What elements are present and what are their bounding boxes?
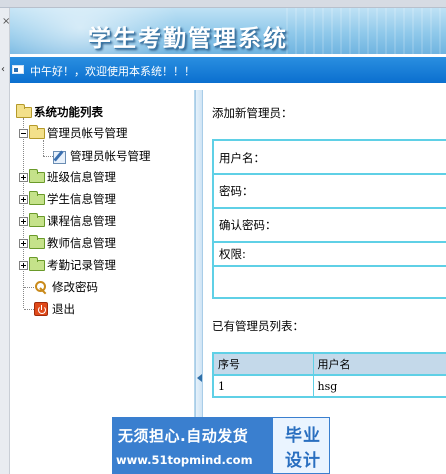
browser-left-edge: × ‹ [0,8,10,474]
username-row[interactable]: 用户名： [214,141,446,175]
key-icon [34,280,49,294]
table-cell: 1 [213,375,314,397]
id-card-icon [12,65,24,74]
permission-row[interactable]: 权限: [214,243,446,267]
edit-icon [52,149,67,164]
collapse-arrow-icon[interactable] [197,374,202,382]
sidebar-root[interactable]: 系统功能列表 [16,102,103,122]
folder-icon [29,256,45,271]
sidebar-item-teacher-info[interactable]: 教师信息管理 [19,233,116,253]
column-header: 用户名 [313,353,446,376]
admin-list-title: 已有管理员列表： [212,319,304,333]
sidebar-item-change-password[interactable]: 修改密码 [34,277,98,297]
admin-list-table: 序号 用户名 1 hsg [212,352,446,398]
watermark-word: 设计 [285,451,321,471]
folder-icon [29,168,45,183]
expand-toggle-icon[interactable] [19,238,28,248]
password-label: 密码： [219,184,254,198]
watermark-right: 毕业 设计 [272,417,330,474]
welcome-message: 中午好！，欢迎使用本系统！！！ [30,65,195,78]
watermark-word: 毕业 [285,426,321,446]
folder-icon [29,212,45,227]
sidebar-item-label: 课程信息管理 [47,214,116,228]
expand-toggle-icon[interactable] [19,260,28,270]
power-icon [34,302,48,316]
watermark-url: www.51topmind.com [116,453,253,467]
form-empty-row [214,267,446,297]
sidebar-item-label: 退出 [52,302,75,316]
confirm-password-row[interactable]: 确认密码： [214,209,446,243]
chevron-left-icon: ‹ [1,64,5,75]
sidebar-item-label: 学生信息管理 [47,192,116,206]
expand-toggle-icon[interactable] [19,216,28,226]
tree-connector [24,309,34,310]
collapse-toggle-icon[interactable] [19,128,28,138]
add-admin-title: 添加新管理员： [212,106,293,120]
sidebar-subitem-admin-account[interactable]: 管理员帐号管理 [52,146,151,166]
tree-connector [24,287,34,288]
folder-open-icon [29,124,45,139]
table-cell: hsg [313,375,446,397]
sidebar-item-admin-account[interactable]: 管理员帐号管理 [19,123,128,143]
column-header: 序号 [213,353,314,376]
sidebar-item-label: 考勤记录管理 [47,258,116,272]
sidebar-item-label: 教师信息管理 [47,236,116,250]
expand-toggle-icon[interactable] [19,172,28,182]
sidebar-item-logout[interactable]: 退出 [34,299,75,319]
sidebar-item-attendance-records[interactable]: 考勤记录管理 [19,255,116,275]
expand-toggle-icon[interactable] [19,194,28,204]
folder-open-icon [16,103,32,118]
watermark-left: 无须担心.自动发货 www.51topmind.com [112,417,272,474]
sidebar-item-course-info[interactable]: 课程信息管理 [19,211,116,231]
confirm-password-label: 确认密码： [219,218,277,232]
sidebar-item-label: 班级信息管理 [47,170,116,184]
permission-label: 权限: [219,247,246,261]
password-row[interactable]: 密码： [214,175,446,209]
username-label: 用户名： [219,151,265,165]
table-header-row: 序号 用户名 [213,353,446,376]
header-banner: 学生考勤管理系统 [10,8,446,54]
browser-tab-strip [0,0,446,8]
welcome-bar: 中午好！，欢迎使用本系统！！！ [10,57,446,83]
watermark-slogan: 无须担心.自动发货 [118,427,249,445]
watermark-banner: 无须担心.自动发货 www.51topmind.com 毕业 设计 [112,417,330,474]
sidebar-item-label: 管理员帐号管理 [70,149,151,163]
folder-icon [29,234,45,249]
app-title: 学生考勤管理系统 [88,25,288,52]
sidebar-item-student-info[interactable]: 学生信息管理 [19,189,116,209]
sidebar-root-label: 系统功能列表 [34,105,103,119]
sidebar-item-label: 修改密码 [52,280,98,294]
table-row[interactable]: 1 hsg [213,375,446,397]
add-admin-form: 用户名： 密码： 确认密码： 权限: [212,139,446,299]
sidebar-item-class-info[interactable]: 班级信息管理 [19,167,116,187]
sidebar-item-label: 管理员帐号管理 [47,126,128,140]
folder-icon [29,190,45,205]
